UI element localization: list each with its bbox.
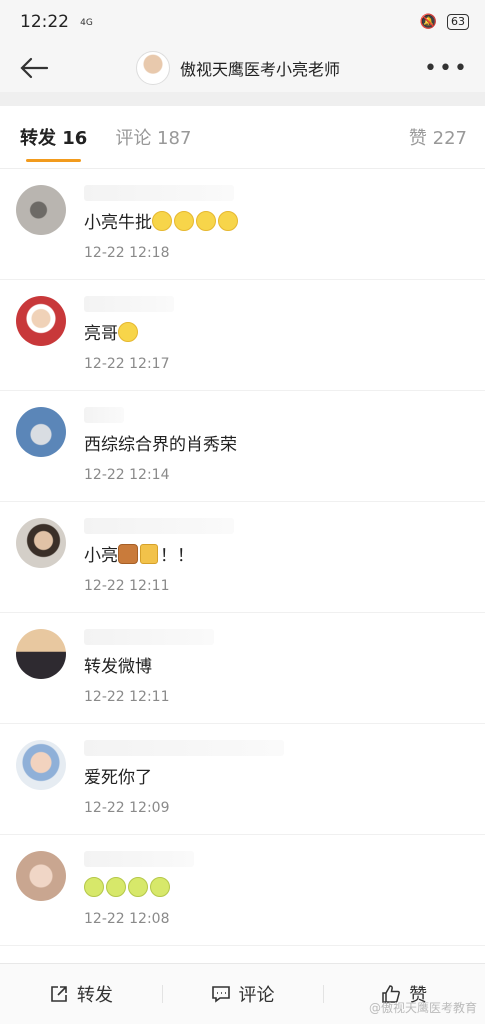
list-item[interactable]: 爱死你了 12-22 12:09 <box>0 724 485 835</box>
repost-time: 12-22 12:08 <box>84 911 170 927</box>
repost-list: 小亮牛批 12-22 12:18 亮哥 12-22 12:17 西综综合界的肖秀… <box>0 169 485 946</box>
watermark: @傲视天鹰医考教育 <box>368 1001 477 1015</box>
list-item[interactable]: 西综综合界的肖秀荣 12-22 12:14 <box>0 391 485 502</box>
comment-icon <box>211 986 230 1003</box>
repost-text: 小亮 ！！ <box>84 544 485 568</box>
crying-emoji-icon <box>196 211 216 231</box>
repost-text-content: 亮哥 <box>84 324 118 344</box>
avatar[interactable] <box>16 185 66 235</box>
list-item[interactable]: 转发微博 12-22 12:11 <box>0 613 485 724</box>
network-indicator: 4G <box>80 17 93 28</box>
list-item[interactable]: 12-22 12:08 <box>0 835 485 946</box>
avatar[interactable] <box>16 518 66 568</box>
repost-time: 12-22 12:14 <box>84 467 170 483</box>
repost-text-suffix: ！！ <box>160 546 194 566</box>
repost-text: 亮哥 <box>84 322 485 346</box>
avatar[interactable] <box>16 296 66 346</box>
repost-tabs: 转发 16 评论 187 赞 227 <box>0 106 485 169</box>
ox-emoji-icon <box>118 544 138 564</box>
tab-reposts[interactable]: 转发 16 <box>20 124 87 162</box>
beer-emoji-icon <box>140 544 158 564</box>
header-avatar[interactable] <box>136 51 171 85</box>
bottom-action-bar: 转发 评论 赞 @傲视天鹰医考教育 <box>0 963 485 1024</box>
repost-label: 转发 <box>76 985 113 1006</box>
top-nav-bar: 傲视天鹰医考小亮老师 ••• <box>0 44 485 92</box>
list-item-body: 小亮 ！！ 12-22 12:11 <box>84 516 485 612</box>
tab-comments[interactable]: 评论 187 <box>115 124 191 150</box>
list-item[interactable]: 小亮牛批 12-22 12:18 <box>0 169 485 280</box>
status-bar: 12:22 4G 🔕 63 <box>0 0 485 44</box>
username-redacted <box>84 851 194 867</box>
lemon-emoji-icon <box>150 877 170 897</box>
list-item-body: 12-22 12:08 <box>84 849 485 945</box>
battery-level: 63 <box>447 14 469 30</box>
username-redacted <box>84 296 174 312</box>
repost-time: 12-22 12:09 <box>84 800 170 816</box>
lemon-emoji-icon <box>84 877 104 897</box>
crying-emoji-icon <box>218 211 238 231</box>
repost-text-content: 小亮 <box>84 546 118 566</box>
repost-text-content: 小亮牛批 <box>84 213 152 233</box>
username-redacted <box>84 518 234 534</box>
username-redacted <box>84 407 124 423</box>
shy-emoji-icon <box>118 322 138 342</box>
avatar[interactable] <box>16 740 66 790</box>
list-item-body: 转发微博 12-22 12:11 <box>84 627 485 723</box>
comment-label: 评论 <box>238 985 275 1006</box>
avatar[interactable] <box>16 629 66 679</box>
username-redacted <box>84 740 284 756</box>
repost-text <box>84 877 485 901</box>
status-time: 12:22 <box>20 12 69 32</box>
status-right: 🔕 63 <box>420 14 469 30</box>
repost-text: 西综综合界的肖秀荣 <box>84 435 237 455</box>
list-item-body: 爱死你了 12-22 12:09 <box>84 738 485 834</box>
comment-button[interactable]: 评论 <box>161 981 324 1007</box>
tab-likes[interactable]: 赞 227 <box>409 124 467 150</box>
crying-emoji-icon <box>152 211 172 231</box>
header-profile[interactable]: 傲视天鹰医考小亮老师 <box>136 51 340 85</box>
repost-button[interactable]: 转发 <box>0 981 162 1007</box>
repost-time: 12-22 12:11 <box>84 689 170 705</box>
repost-time: 12-22 12:18 <box>84 245 170 261</box>
section-divider <box>0 92 485 106</box>
list-item-body: 亮哥 12-22 12:17 <box>84 294 485 390</box>
username-redacted <box>84 185 234 201</box>
avatar[interactable] <box>16 851 66 901</box>
avatar[interactable] <box>16 407 66 457</box>
share-icon <box>51 986 67 1002</box>
repost-text: 小亮牛批 <box>84 211 485 235</box>
back-arrow-icon[interactable] <box>16 50 52 86</box>
list-item-body: 西综综合界的肖秀荣 12-22 12:14 <box>84 405 485 501</box>
list-item[interactable]: 小亮 ！！ 12-22 12:11 <box>0 502 485 613</box>
repost-text: 爱死你了 <box>84 768 152 788</box>
more-dots-icon[interactable]: ••• <box>424 56 469 81</box>
repost-time: 12-22 12:17 <box>84 356 170 372</box>
mute-icon: 🔕 <box>419 14 437 30</box>
lemon-emoji-icon <box>106 877 126 897</box>
status-left: 12:22 4G <box>20 12 93 32</box>
list-item-body: 小亮牛批 12-22 12:18 <box>84 183 485 279</box>
repost-text: 转发微博 <box>84 657 152 677</box>
username-redacted <box>84 629 214 645</box>
header-title: 傲视天鹰医考小亮老师 <box>180 60 341 79</box>
repost-time: 12-22 12:11 <box>84 578 170 594</box>
list-item[interactable]: 亮哥 12-22 12:17 <box>0 280 485 391</box>
crying-emoji-icon <box>174 211 194 231</box>
lemon-emoji-icon <box>128 877 148 897</box>
